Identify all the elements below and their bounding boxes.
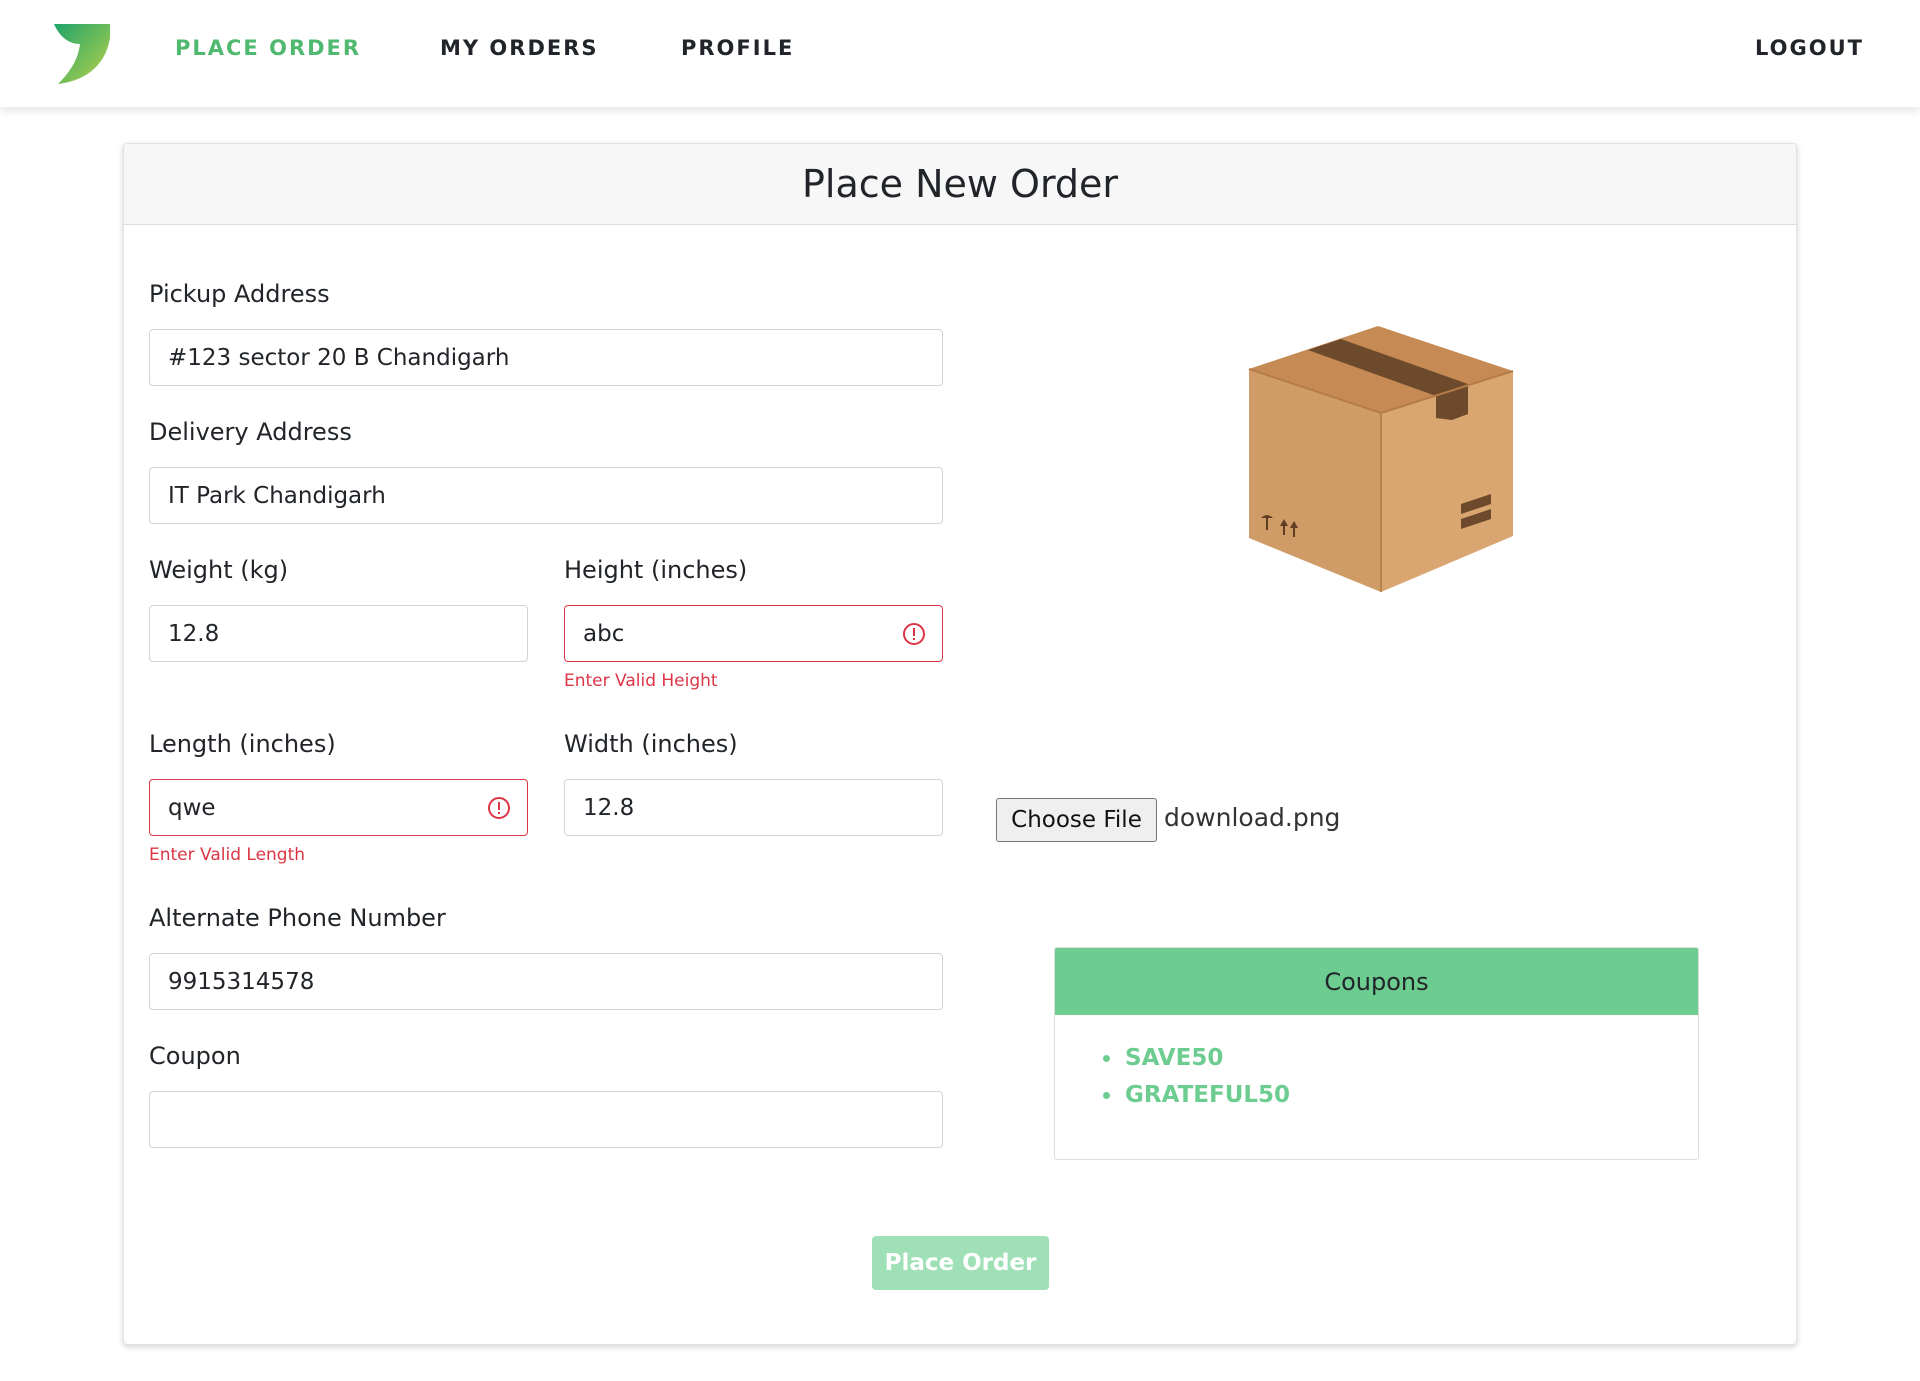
alternate-phone-label: Alternate Phone Number [149, 904, 446, 932]
page-title: Place New Order [801, 162, 1119, 206]
coupons-panel: Coupons SAVE50 GRATEFUL50 [1054, 947, 1699, 1160]
nav-profile[interactable]: PROFILE [681, 36, 794, 60]
brand-logo-icon[interactable] [52, 22, 112, 84]
choose-file-button[interactable]: Choose File [996, 798, 1157, 842]
length-input[interactable] [149, 779, 528, 836]
card-header: Place New Order [124, 144, 1796, 225]
height-label: Height (inches) [564, 556, 748, 584]
pickup-address-label: Pickup Address [149, 280, 330, 308]
delivery-address-label: Delivery Address [149, 418, 352, 446]
coupon-item-save50[interactable]: SAVE50 [1103, 1043, 1698, 1080]
height-input[interactable] [564, 605, 943, 662]
selected-file-name: download.png [1164, 803, 1341, 832]
width-input[interactable] [564, 779, 943, 836]
length-error-icon [488, 797, 510, 819]
package-box-icon [1248, 326, 1514, 592]
coupon-input[interactable] [149, 1091, 943, 1148]
coupons-list: SAVE50 GRATEFUL50 [1055, 1015, 1698, 1117]
length-error-text: Enter Valid Length [149, 845, 306, 865]
height-error-icon [903, 623, 925, 645]
weight-input[interactable] [149, 605, 528, 662]
place-order-button[interactable]: Place Order [872, 1236, 1049, 1290]
weight-label: Weight (kg) [149, 556, 289, 584]
length-label: Length (inches) [149, 730, 336, 758]
height-error-text: Enter Valid Height [564, 671, 718, 691]
coupon-label: Coupon [149, 1042, 241, 1070]
nav-my-orders[interactable]: MY ORDERS [440, 36, 599, 60]
alternate-phone-input[interactable] [149, 953, 943, 1010]
delivery-address-input[interactable] [149, 467, 943, 524]
width-label: Width (inches) [564, 730, 738, 758]
nav-place-order[interactable]: PLACE ORDER [175, 36, 361, 60]
top-navbar: PLACE ORDER MY ORDERS PROFILE LOGOUT [0, 0, 1920, 107]
pickup-address-input[interactable] [149, 329, 943, 386]
coupons-panel-title: Coupons [1055, 948, 1698, 1015]
place-order-card: Place New Order Pickup Address Delivery … [123, 143, 1797, 1345]
nav-logout[interactable]: LOGOUT [1755, 36, 1864, 60]
coupon-item-grateful50[interactable]: GRATEFUL50 [1103, 1080, 1698, 1117]
